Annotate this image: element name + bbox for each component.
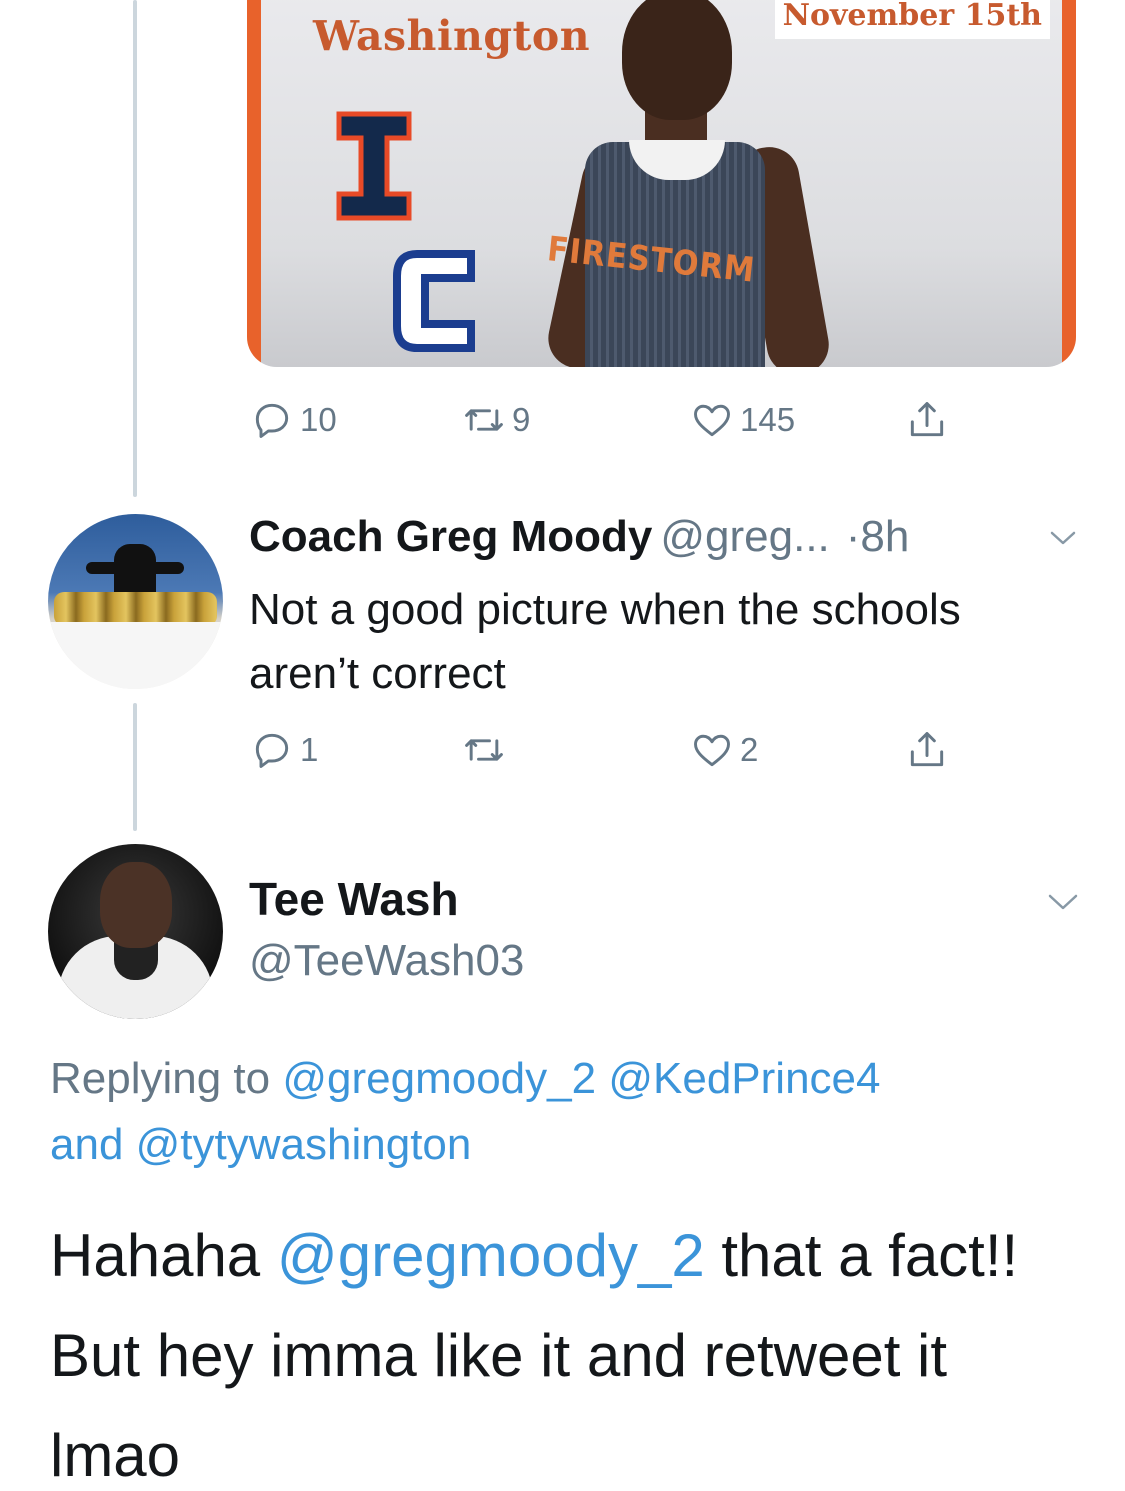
like-count: 2 [740,731,759,768]
media-date-text: November 15th [774,0,1050,39]
player-head [622,0,732,120]
retweet-button[interactable] [462,728,506,772]
reply-button[interactable]: 10 [250,398,337,442]
retweet-icon [465,409,503,431]
reply-icon [255,733,289,768]
reply-icon [255,403,289,438]
avatar-head [100,862,172,948]
share-button[interactable] [905,728,949,772]
retweet-button[interactable]: 9 [462,398,530,442]
retweet-count: 9 [512,401,531,438]
share-button[interactable] [905,398,949,442]
tweet-text: Not a good picture when the schools aren… [249,585,961,698]
c-logo-icon [393,250,475,352]
replying-to-prefix: Replying to [50,1054,283,1103]
illinois-logo-icon [336,111,412,221]
chevron-down-icon[interactable] [1046,890,1080,914]
tweet-text-start: Hahaha [50,1222,277,1289]
mention-link[interactable]: @gregmoody_2 [277,1222,705,1289]
avatar-table [48,622,223,689]
tweet-header: Coach Greg Moody @greg... ·8h [249,512,909,562]
tweet1-action-bar: 10 9 145 [0,398,1125,448]
avatar[interactable] [48,844,223,1019]
heart-icon [694,404,730,437]
mention-link[interactable]: @KedPrince4 [608,1054,880,1103]
media-frame-right [1062,0,1076,367]
reply-count: 1 [300,731,319,768]
heart-icon [694,734,730,767]
reply-button[interactable]: 1 [250,728,318,772]
media-frame-left [247,0,261,367]
mention-link[interactable]: @tytywashington [136,1120,472,1169]
like-button[interactable]: 145 [690,398,795,442]
retweet-icon [465,739,503,761]
replying-to: Replying to @gregmoody_2 @KedPrince4 and … [50,1046,1090,1178]
tweet2-action-bar: 1 2 [0,728,1125,778]
user-handle[interactable]: @TeeWash03 [249,936,524,986]
replying-to-and[interactable]: and [50,1120,136,1169]
reply-count: 10 [300,401,337,438]
mention-link[interactable]: @gregmoody_2 [282,1054,596,1103]
share-icon [910,402,944,437]
tweet-timestamp[interactable]: ·8h [846,512,910,561]
display-name[interactable]: Coach Greg Moody [249,512,652,561]
avatar-figure-arms [86,562,184,574]
tweet-media-image[interactable]: Washington November 15th FIRESTORM [247,0,1076,367]
share-icon [910,732,944,767]
like-button[interactable]: 2 [690,728,758,772]
avatar[interactable] [48,514,223,689]
user-handle[interactable]: @greg... [660,512,829,561]
avatar-trophies [54,592,217,626]
media-name-text: Washington [313,12,591,60]
like-count: 145 [740,401,796,438]
display-name[interactable]: Tee Wash [249,872,459,926]
chevron-down-icon[interactable] [1048,527,1078,549]
tweet-text: Hahaha @gregmoody_2 that a fact!! But he… [50,1206,1090,1491]
